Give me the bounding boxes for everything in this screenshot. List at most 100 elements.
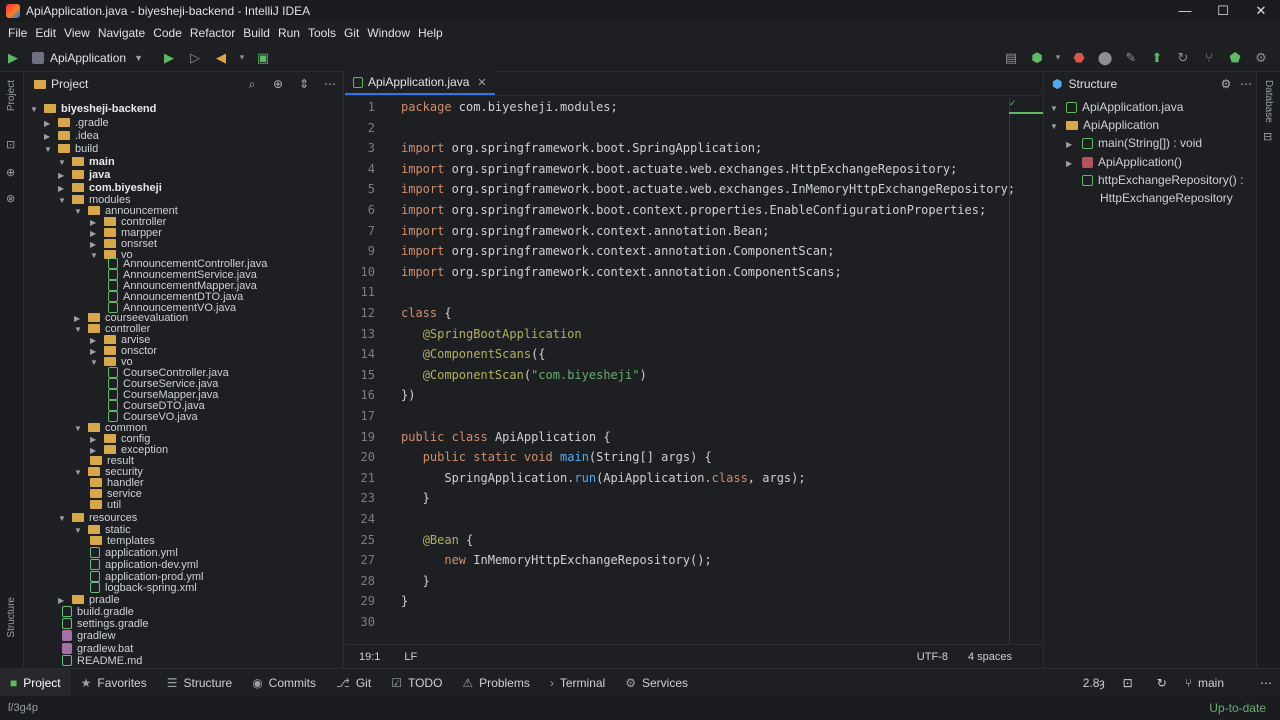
line-number[interactable]: 5 — [368, 182, 375, 196]
structure-item[interactable]: HttpExchangeRepository — [1100, 191, 1233, 205]
chevron-down-icon[interactable]: ▼ — [44, 144, 58, 156]
structure-item[interactable]: ▼ ApiApplication.java — [1050, 100, 1183, 114]
chevron-down-icon[interactable]: ▼ — [1050, 104, 1066, 113]
structure-item[interactable]: httpExchangeRepository() : — [1066, 173, 1243, 187]
code-line[interactable]: public static void main(String[] args) { — [401, 450, 712, 464]
line-number[interactable]: 11 — [361, 285, 375, 299]
line-number[interactable]: 16 — [361, 388, 375, 402]
chevron-right-icon[interactable]: ▶ — [1066, 140, 1082, 149]
menu-edit[interactable]: Edit — [31, 26, 60, 40]
run-button[interactable]: ▶ — [159, 48, 179, 68]
bookmark-icon[interactable]: ⊡ — [6, 138, 15, 151]
menu-build[interactable]: Build — [239, 26, 274, 40]
line-number[interactable]: 13 — [361, 327, 375, 341]
line-number[interactable]: 6 — [368, 203, 375, 217]
project-tree-item[interactable]: ▼ biyesheji-backend — [30, 103, 156, 116]
menu-git[interactable]: Git — [340, 26, 363, 40]
settings-icon[interactable]: ⚙ — [1216, 77, 1236, 91]
project-tree-item[interactable]: ▶ java — [58, 169, 110, 182]
line-number[interactable]: 25 — [361, 533, 375, 547]
database-icon[interactable]: ⬤ — [1095, 48, 1115, 68]
chevron-down-icon[interactable]: ▼ — [1050, 122, 1066, 131]
branch-icon[interactable]: ⑂ — [1185, 676, 1192, 690]
code-line[interactable]: SpringApplication.run(ApiApplication.cla… — [401, 471, 805, 485]
line-number[interactable]: 4 — [368, 162, 375, 176]
back-icon[interactable]: ◀ — [211, 48, 231, 68]
tool-tab-todo[interactable]: ☑ TODO — [381, 669, 452, 697]
line-number[interactable]: 2 — [368, 121, 375, 135]
project-tree-item[interactable]: logback-spring.xml — [90, 582, 197, 594]
project-tree-item[interactable]: build.gradle — [62, 606, 134, 618]
maximize-button[interactable]: ☐ — [1204, 3, 1242, 19]
line-number[interactable]: 7 — [368, 224, 375, 238]
locate-icon[interactable]: ⊕ — [265, 77, 291, 92]
more-options-icon[interactable]: ⋯ — [1236, 77, 1256, 91]
structure-strip-tab[interactable]: Structure — [6, 597, 17, 638]
project-tree-item[interactable]: ▼ build — [44, 143, 98, 156]
indent-setting[interactable]: 4 spaces — [968, 651, 1012, 663]
tab-api-application[interactable]: ApiApplication.java ✕ — [345, 71, 495, 95]
line-number[interactable]: 30 — [361, 615, 375, 629]
sync-icon[interactable]: ↻ — [1157, 676, 1167, 690]
menu-code[interactable]: Code — [149, 26, 186, 40]
branch-icon[interactable]: ⑂ — [1199, 48, 1219, 68]
code-line[interactable]: import org.springframework.context.annot… — [401, 244, 835, 258]
chevron-down-icon[interactable]: ▼ — [58, 195, 72, 207]
line-number[interactable]: 24 — [361, 512, 375, 526]
line-number[interactable]: 1 — [368, 100, 375, 114]
menu-view[interactable]: View — [60, 26, 94, 40]
code-line[interactable]: import org.springframework.context.annot… — [401, 265, 842, 279]
line-number[interactable]: 15 — [361, 368, 375, 382]
line-separator[interactable]: LF — [404, 651, 417, 663]
code-line[interactable]: new InMemoryHttpExchangeRepository(); — [401, 553, 711, 567]
chevron-down-icon[interactable]: ▼ — [74, 206, 88, 218]
structure-item[interactable]: ▶ main(String[]) : void — [1066, 136, 1202, 150]
more-options-icon[interactable]: ⋯ — [317, 77, 343, 92]
chevron-right-icon[interactable]: ▶ — [44, 118, 58, 130]
line-number[interactable]: 12 — [361, 306, 375, 320]
project-tree-item[interactable]: ▶ .idea — [44, 130, 99, 143]
menu-tools[interactable]: Tools — [304, 26, 340, 40]
code-line[interactable]: @ComponentScan("com.biyesheji") — [401, 368, 647, 382]
tool-tab-terminal[interactable]: › Terminal — [540, 669, 615, 697]
code-line[interactable]: import org.springframework.boot.actuate.… — [401, 162, 957, 176]
code-line[interactable]: class { — [401, 306, 452, 320]
code-editor[interactable]: package com.biyesheji.modules; import org… — [401, 98, 1015, 644]
menu-run[interactable]: Run — [274, 26, 304, 40]
chevron-right-icon[interactable]: ▶ — [44, 131, 58, 143]
tool-tab-problems[interactable]: ⚠ Problems — [452, 669, 539, 697]
project-strip-tab[interactable]: Project — [6, 80, 17, 111]
project-tree-item[interactable]: util — [90, 499, 121, 511]
chevron-down-icon[interactable]: ▼ — [74, 467, 88, 479]
edit-icon[interactable]: ✎ — [1121, 48, 1141, 68]
build-icon[interactable]: ▣ — [253, 48, 273, 68]
search-icon[interactable]: ⌕ — [239, 77, 265, 92]
tool-tab-favorites[interactable]: ★ Favorites — [71, 669, 157, 697]
pull-request-icon[interactable]: ⊗ — [6, 192, 15, 205]
chevron-down-icon[interactable]: ▼ — [90, 357, 104, 369]
chevron-down-icon[interactable]: ▼ — [74, 324, 88, 336]
line-number[interactable]: 10 — [361, 265, 375, 279]
chevron-right-icon[interactable]: ▶ — [58, 170, 72, 182]
structure-item[interactable]: ▶ ApiApplication() — [1066, 155, 1182, 169]
close-window-button[interactable]: ✕ — [1242, 3, 1280, 19]
menu-help[interactable]: Help — [414, 26, 447, 40]
stop-icon[interactable]: ⬣ — [1069, 48, 1089, 68]
chevron-down-icon[interactable]: ▼ — [58, 513, 72, 525]
project-tree-item[interactable]: ▶ .gradle — [44, 117, 109, 130]
code-line[interactable]: }) — [401, 388, 415, 402]
line-number[interactable]: 19 — [361, 430, 375, 444]
tool-tab-project[interactable]: ■ Project — [0, 668, 71, 697]
chevron-right-icon[interactable]: ▶ — [1066, 159, 1082, 168]
file-encoding[interactable]: UTF-8 — [917, 651, 948, 663]
database-strip-tab[interactable]: Database — [1263, 80, 1274, 123]
chevron-down-icon[interactable]: ▼ — [30, 104, 44, 116]
line-number[interactable]: 27 — [361, 553, 375, 567]
code-line[interactable]: import org.springframework.boot.context.… — [401, 203, 986, 217]
screen-icon[interactable]: ⊡ — [1123, 676, 1133, 690]
line-number[interactable]: 9 — [368, 244, 375, 258]
vcs-update-icon[interactable]: ⬢ — [1027, 48, 1047, 68]
plugin-icon[interactable]: ⬟ — [1225, 48, 1245, 68]
close-tab-icon[interactable]: ✕ — [477, 76, 486, 89]
chevron-down-icon[interactable]: ▼ — [74, 525, 88, 537]
